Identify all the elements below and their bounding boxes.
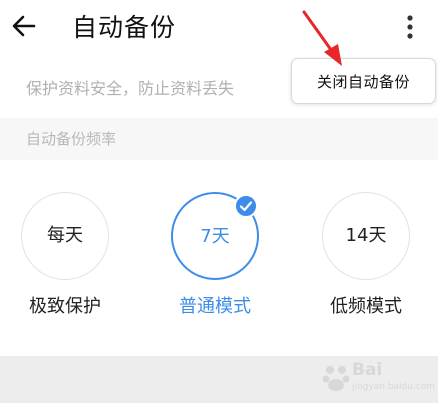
more-vertical-icon[interactable] [398,10,422,44]
frequency-options: 每天 极致保护 7天 普通模式 14天 低频模式 [0,160,438,356]
option-label: 低频模式 [330,296,402,317]
option-daily[interactable]: 每天 极致保护 [0,160,146,356]
check-icon [234,194,258,218]
arrow-left-icon[interactable] [8,10,40,42]
option-14-days[interactable]: 14天 低频模式 [292,160,438,356]
annotation-arrow-icon [290,6,350,70]
option-circle[interactable]: 每天 [21,192,109,280]
section-header: 自动备份频率 [0,118,438,160]
option-label-selected: 普通模式 [179,296,251,317]
watermark-logo: Bai jingyan.baidu.com [322,358,436,400]
top-app-bar: 自动备份 [0,0,438,58]
option-circle[interactable]: 14天 [322,192,410,280]
option-label: 极致保护 [29,296,101,317]
page-title: 自动备份 [72,13,177,42]
section-title: 自动备份频率 [26,130,117,148]
watermark-subtext: jingyan.baidu.com [352,382,436,392]
option-7-days[interactable]: 7天 普通模式 [146,160,292,356]
description-text: 保护资料安全，防止资料丢失 [26,79,235,98]
watermark-text: Bai [352,360,383,380]
